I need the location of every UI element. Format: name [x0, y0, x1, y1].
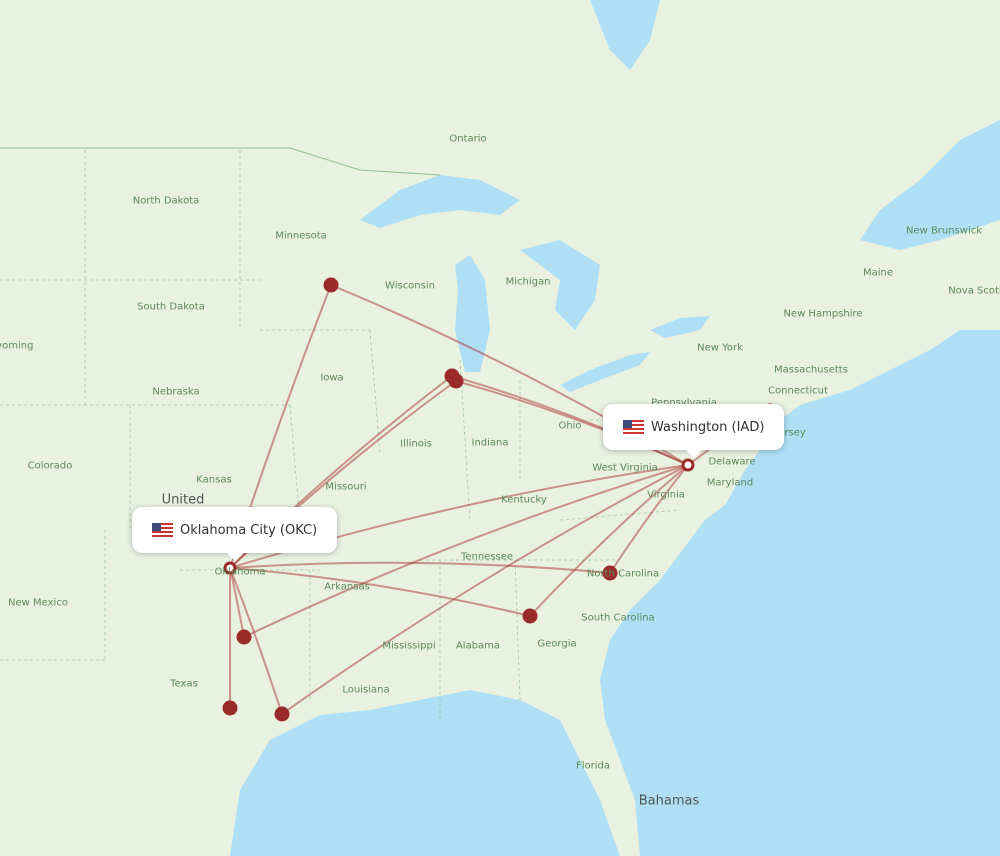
map-label: Louisiana [342, 684, 390, 696]
route-line [229, 567, 245, 638]
map-label: New Hampshire [783, 308, 863, 320]
map-label: Missouri [325, 481, 367, 493]
us-flag-icon [623, 420, 644, 434]
map-label: New York [697, 342, 743, 354]
map-label: Ontario [449, 133, 487, 145]
map-label: New Brunswick [905, 225, 983, 237]
airport-marker[interactable] [448, 373, 464, 389]
map-label: Indiana [471, 437, 509, 449]
map-label: North Dakota [132, 195, 200, 207]
map-label: Texas [170, 678, 198, 690]
origin-callout[interactable]: Oklahoma City (OKC) [132, 507, 338, 561]
map-label: Wisconsin [385, 280, 435, 292]
hub-airport-marker[interactable] [681, 458, 695, 472]
map-label: Mississippi [382, 640, 436, 652]
route-line [609, 464, 689, 574]
map-label: Maine [862, 267, 894, 279]
map-label: Kansas [196, 474, 232, 486]
route-map[interactable] [0, 0, 1000, 856]
map-label: West Virginia [592, 462, 658, 474]
map-label: Iowa [320, 372, 344, 384]
map-label: South Carolina [581, 612, 655, 624]
map-label: Bahamas [638, 793, 700, 809]
destination-label: Washington (IAD) [651, 419, 765, 435]
map-label: Tennessee [460, 551, 514, 563]
lake-superior [360, 175, 520, 228]
hudson-bay-lakes [590, 0, 660, 70]
map-label: Oklahoma [214, 566, 266, 578]
map-label: Delaware [708, 456, 756, 468]
map-label: United [161, 492, 205, 508]
map-label: Georgia [537, 638, 577, 650]
map-label: Arkansas [324, 581, 370, 593]
lake-erie [560, 352, 650, 392]
airport-marker[interactable] [323, 277, 339, 293]
lake-ontario [650, 316, 710, 338]
route-line [229, 561, 611, 574]
map-label: North Carolina [586, 568, 660, 580]
canada-border [0, 147, 441, 176]
map-label: Connecticut [768, 385, 828, 397]
airport-marker[interactable] [522, 608, 538, 624]
map-label: Ohio [558, 420, 582, 432]
map-label: Illinois [400, 438, 432, 450]
map-label: Nebraska [152, 386, 200, 398]
map-label: Wyoming [0, 340, 34, 352]
us-flag-icon [152, 523, 173, 537]
map-label: Colorado [27, 460, 73, 472]
destination-callout[interactable]: Washington (IAD) [603, 404, 785, 458]
map-label: South Dakota [137, 301, 205, 313]
origin-label: Oklahoma City (OKC) [180, 522, 318, 538]
map-label: Florida [575, 760, 611, 772]
map-label: Kentucky [501, 494, 547, 506]
map-label: Maryland [706, 477, 754, 489]
map-label: Virginia [647, 489, 685, 501]
map-label: Nova Scotia [948, 285, 1000, 297]
airport-marker[interactable] [274, 706, 290, 722]
airport-marker[interactable] [222, 700, 238, 716]
map-label: Alabama [455, 640, 501, 652]
map-label: Michigan [505, 276, 551, 288]
map-label: Massachusetts [774, 364, 848, 376]
airport-marker[interactable] [236, 629, 252, 645]
map-label: New Mexico [8, 597, 68, 609]
map-label: Minnesota [275, 230, 327, 242]
